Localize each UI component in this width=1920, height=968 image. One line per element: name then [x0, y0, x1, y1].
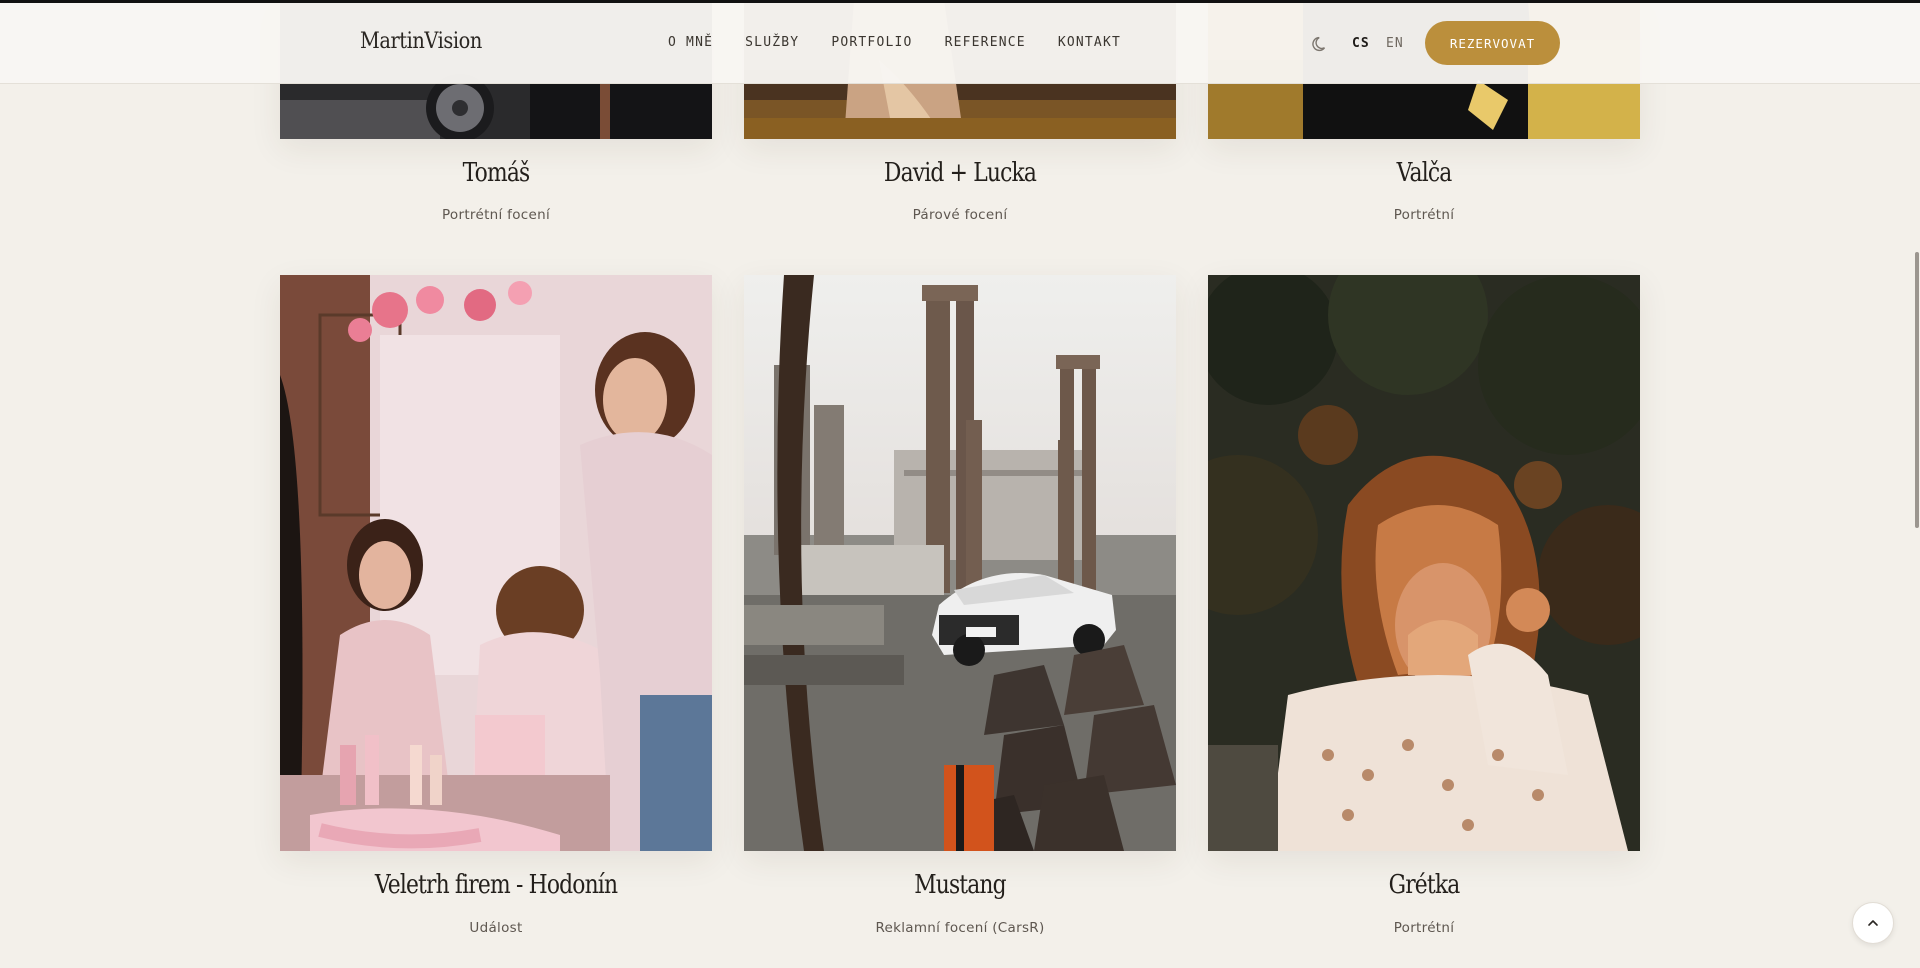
- nav-item-portfolio[interactable]: PORTFOLIO: [831, 35, 912, 50]
- gallery-photo[interactable]: [280, 275, 712, 851]
- nav-item-contact[interactable]: KONTAKT: [1058, 35, 1121, 50]
- scroll-to-top-button[interactable]: [1852, 902, 1894, 944]
- card-category: Portrétní: [1393, 207, 1455, 223]
- moon-icon[interactable]: [1312, 35, 1330, 53]
- card-category: Portrétní: [1393, 920, 1455, 936]
- nav-item-services[interactable]: SLUŽBY: [745, 35, 799, 50]
- nav-item-references[interactable]: REFERENCE: [945, 35, 1026, 50]
- chevron-up-icon: [1868, 920, 1878, 926]
- scrollbar-thumb[interactable]: [1915, 252, 1919, 528]
- language-en[interactable]: EN: [1386, 36, 1404, 51]
- gallery-photo[interactable]: [744, 275, 1176, 851]
- gallery-photo[interactable]: [1208, 275, 1640, 851]
- main-nav: O MNĚ SLUŽBY PORTFOLIO REFERENCE KONTAKT: [668, 35, 1121, 50]
- card-title: Tomáš: [462, 158, 531, 188]
- card-category: Portrétní focení: [441, 207, 551, 223]
- nav-item-about[interactable]: O MNĚ: [668, 35, 713, 50]
- card-title: Grétka: [1388, 870, 1461, 900]
- card-category: Událost: [469, 920, 523, 936]
- card-title: David + Lucka: [883, 158, 1037, 188]
- top-edge-bar: [0, 0, 1920, 3]
- card-category: Párové focení: [912, 207, 1008, 223]
- book-button[interactable]: REZERVOVAT: [1425, 21, 1560, 65]
- site-logo[interactable]: MartinVision: [360, 29, 482, 54]
- card-title: Mustang: [914, 870, 1006, 900]
- card-title: Veletrh firem - Hodonín: [374, 870, 618, 900]
- language-cs[interactable]: CS: [1352, 36, 1370, 51]
- site-header: MartinVision O MNĚ SLUŽBY PORTFOLIO REFE…: [0, 3, 1920, 84]
- card-title: Valča: [1396, 158, 1453, 188]
- card-category: Reklamní focení (CarsR): [875, 920, 1045, 936]
